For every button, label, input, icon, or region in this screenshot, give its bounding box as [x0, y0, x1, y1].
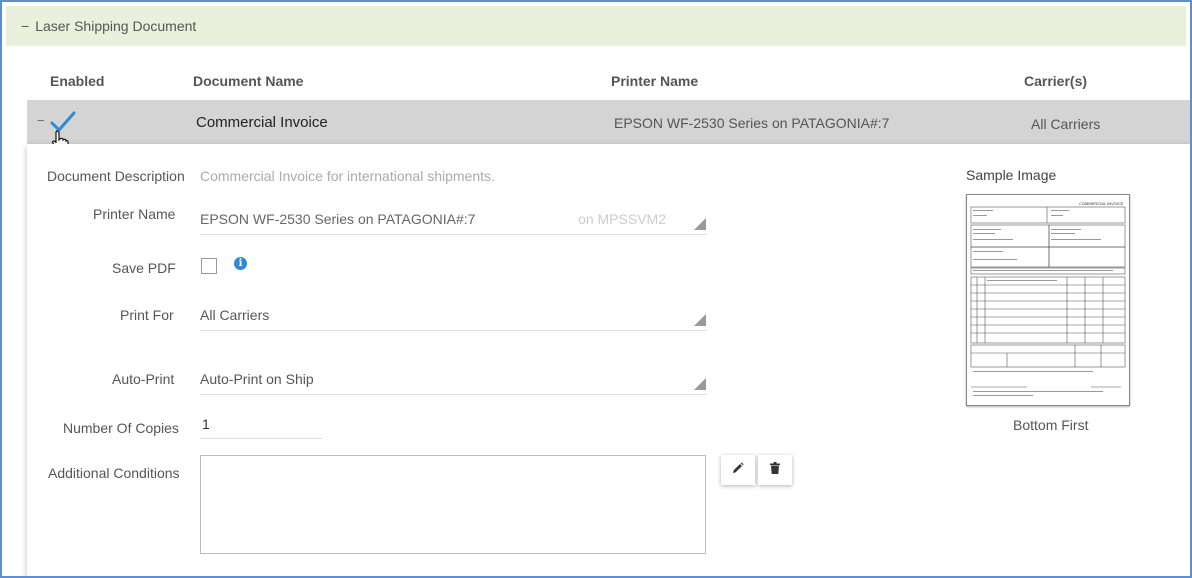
sample-image-label: Sample Image	[966, 167, 1057, 183]
print-for-value: All Carriers	[200, 307, 270, 323]
document-description-value: Commercial Invoice for international shi…	[200, 168, 495, 184]
dropdown-arrow-icon	[694, 378, 706, 390]
delete-conditions-button[interactable]	[758, 455, 792, 485]
auto-print-select[interactable]: Auto-Print on Ship	[200, 364, 706, 395]
auto-print-value: Auto-Print on Ship	[200, 371, 314, 387]
document-name-cell: Commercial Invoice	[196, 114, 328, 131]
edit-conditions-button[interactable]	[721, 455, 755, 485]
additional-conditions-label: Additional Conditions	[48, 465, 180, 481]
dropdown-arrow-icon	[694, 314, 706, 326]
print-for-select[interactable]: All Carriers	[200, 300, 706, 331]
column-header-document-name: Document Name	[193, 73, 304, 89]
section-header[interactable]: − Laser Shipping Document	[6, 6, 1186, 46]
save-pdf-checkbox[interactable]	[201, 258, 217, 274]
printer-host-suffix: on MPSSVM2	[578, 211, 666, 227]
pencil-icon	[732, 461, 744, 479]
sample-doc-title: COMMERCIAL INVOICE	[1079, 201, 1124, 206]
print-for-label: Print For	[120, 307, 174, 323]
printer-name-select[interactable]: EPSON WF-2530 Series on PATAGONIA#:7 on …	[200, 204, 706, 235]
printer-name-label: Printer Name	[93, 206, 176, 222]
printer-name-cell: EPSON WF-2530 Series on PATAGONIA#:7	[614, 115, 890, 131]
column-header-printer-name: Printer Name	[611, 73, 699, 89]
collapse-toggle[interactable]: −	[21, 18, 29, 34]
column-header-enabled: Enabled	[50, 73, 105, 89]
printer-name-value: EPSON WF-2530 Series on PATAGONIA#:7	[200, 211, 476, 227]
number-of-copies-label: Number Of Copies	[63, 420, 179, 436]
save-pdf-label: Save PDF	[112, 260, 176, 276]
additional-conditions-textarea[interactable]	[200, 455, 706, 554]
column-header-carriers: Carrier(s)	[1024, 73, 1088, 89]
row-collapse-toggle[interactable]: −	[37, 113, 45, 128]
info-icon[interactable]: i	[234, 257, 247, 270]
number-of-copies-input[interactable]: 1	[200, 410, 322, 439]
sample-print-order: Bottom First	[1013, 417, 1089, 433]
auto-print-label: Auto-Print	[112, 371, 175, 387]
trash-icon	[770, 461, 780, 479]
number-of-copies-value: 1	[202, 416, 210, 432]
document-description-label: Document Description	[47, 168, 185, 184]
detail-panel: Document Description Commercial Invoice …	[27, 144, 1190, 576]
section-title: Laser Shipping Document	[35, 18, 197, 34]
window-frame: − Laser Shipping Document Enabled Docume…	[0, 0, 1192, 578]
table-row[interactable]: − Commercial Invoice EPSON WF-2530 Serie…	[27, 100, 1190, 152]
sample-document-thumbnail: COMMERCIAL INVOICE	[966, 194, 1130, 406]
carriers-cell: All Carriers	[1031, 116, 1101, 132]
dropdown-arrow-icon	[694, 218, 706, 230]
